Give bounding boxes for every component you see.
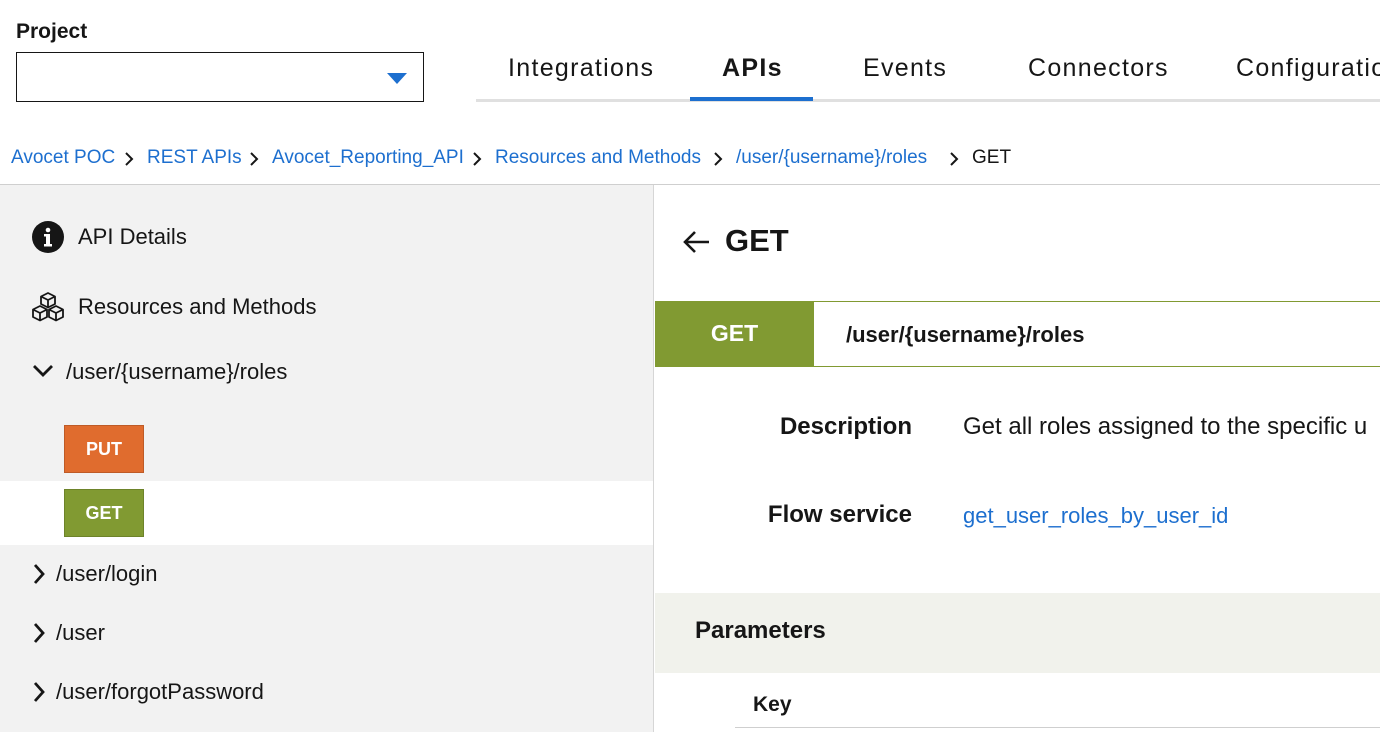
parameters-title: Parameters — [695, 617, 826, 644]
table-header-divider — [735, 727, 1380, 728]
chevron-right-icon — [473, 152, 482, 166]
endpoint-path: /user/{username}/roles — [846, 322, 1085, 347]
sidebar-resource-label: /user/{username}/roles — [66, 359, 288, 384]
sidebar-method-put[interactable]: PUT — [0, 417, 653, 481]
sidebar-item-api-details[interactable]: API Details — [0, 221, 654, 253]
cubes-icon — [32, 292, 64, 322]
main-panel: GET GET /user/{username}/roles Descripti… — [655, 185, 1380, 732]
sidebar-resource-label: /user — [56, 620, 105, 645]
chevron-right-icon — [250, 152, 259, 166]
chevron-right-icon — [33, 564, 45, 584]
method-badge-put: PUT — [64, 425, 144, 473]
sidebar-method-get[interactable]: GET — [0, 481, 653, 545]
flow-service-link[interactable]: get_user_roles_by_user_id — [963, 503, 1228, 529]
sidebar: API Details Resources and Methods /user/… — [0, 185, 654, 732]
sidebar-item-resources-methods[interactable]: Resources and Methods — [0, 291, 654, 323]
active-tab-indicator — [690, 97, 813, 101]
project-label: Project — [16, 20, 88, 43]
endpoint-bar: GET /user/{username}/roles — [655, 300, 1380, 367]
main-tabs: Integrations APIs Events Connectors Conf… — [476, 40, 1380, 102]
description-label: Description — [779, 413, 912, 440]
tab-events[interactable]: Events — [863, 54, 947, 83]
parameters-section-header: Parameters — [655, 593, 1380, 673]
back-arrow-icon[interactable] — [683, 229, 711, 255]
tab-connectors[interactable]: Connectors — [1028, 54, 1169, 83]
sidebar-item-label: API Details — [78, 224, 187, 249]
breadcrumb-resources-methods[interactable]: Resources and Methods — [495, 147, 701, 169]
sidebar-resource-forgot-password[interactable]: /user/forgotPassword — [0, 677, 654, 707]
sidebar-resource-login[interactable]: /user/login — [0, 559, 654, 589]
caret-down-icon — [387, 73, 407, 84]
project-select[interactable] — [16, 52, 424, 102]
tab-configuration[interactable]: Configuratio — [1236, 54, 1380, 83]
tab-apis[interactable]: APIs — [722, 54, 783, 83]
sidebar-resource-user[interactable]: /user — [0, 618, 654, 648]
endpoint-method-badge: GET — [655, 300, 814, 367]
chevron-right-icon — [950, 152, 959, 166]
sidebar-item-label: Resources and Methods — [78, 294, 317, 319]
chevron-right-icon — [33, 682, 45, 702]
breadcrumb-resource-path[interactable]: /user/{username}/roles — [736, 147, 927, 169]
chevron-down-icon — [33, 365, 53, 377]
flow-service-label: Flow service — [767, 501, 912, 528]
chevron-right-icon — [33, 623, 45, 643]
page-title: GET — [725, 223, 789, 258]
breadcrumb-current: GET — [972, 147, 1012, 168]
breadcrumb-rest-apis[interactable]: REST APIs — [147, 147, 242, 169]
method-badge-get: GET — [64, 489, 144, 537]
chevron-right-icon — [714, 152, 723, 166]
description-value: Get all roles assigned to the specific u — [963, 413, 1368, 440]
sidebar-resource-label: /user/login — [56, 561, 158, 586]
info-icon — [32, 221, 64, 253]
sidebar-resource-label: /user/forgotPassword — [56, 679, 264, 704]
key-column-header: Key — [753, 693, 792, 716]
tab-integrations[interactable]: Integrations — [508, 54, 654, 83]
chevron-right-icon — [125, 152, 134, 166]
sidebar-resource-expanded[interactable]: /user/{username}/roles — [0, 357, 654, 387]
breadcrumb-avocet-poc[interactable]: Avocet POC — [11, 147, 115, 169]
breadcrumb-api-name[interactable]: Avocet_Reporting_API — [272, 147, 464, 169]
